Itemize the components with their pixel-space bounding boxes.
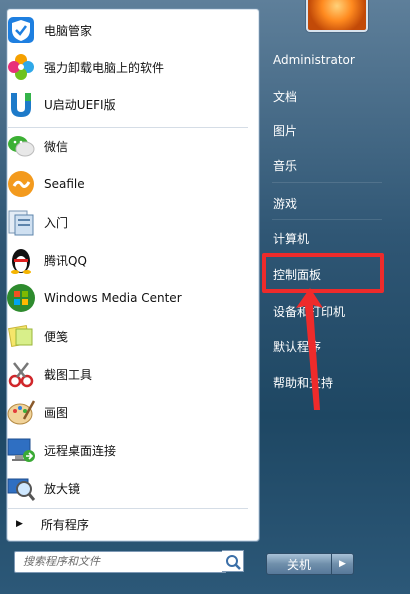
shield-check-icon	[6, 15, 36, 45]
link-documents[interactable]: 文档	[266, 81, 390, 111]
sticky-notes-icon	[6, 321, 36, 351]
search-input[interactable]	[14, 550, 226, 573]
program-item-sticky-notes[interactable]: 便笺	[6, 318, 246, 354]
program-item-qq[interactable]: 腾讯QQ	[6, 242, 246, 278]
program-label: U启动UEFI版	[44, 97, 116, 112]
chevron-right-icon[interactable]: ▶	[332, 553, 354, 575]
link-administrator[interactable]: Administrator	[266, 45, 390, 75]
paint-icon	[6, 397, 36, 427]
program-item-paint[interactable]: 画图	[6, 394, 246, 430]
program-label: 截图工具	[44, 367, 93, 382]
link-label: 图片	[273, 123, 298, 138]
program-item-seafile[interactable]: Seafile	[6, 166, 246, 202]
shutdown-button[interactable]: 关机	[266, 553, 332, 575]
program-item-pc-manager[interactable]: 电脑管家	[6, 12, 246, 48]
u-logo-icon	[6, 89, 36, 119]
program-item-uninstaller[interactable]: 强力卸载电脑上的软件	[6, 49, 246, 85]
qq-penguin-icon	[6, 245, 36, 275]
link-computer[interactable]: 计算机	[266, 223, 390, 253]
program-item-u-startup[interactable]: U启动UEFI版	[6, 86, 246, 122]
snipping-tool-icon	[6, 359, 36, 389]
program-label: Windows Media Center	[44, 291, 182, 305]
seafile-icon	[6, 169, 36, 199]
program-item-remote-desktop[interactable]: 远程桌面连接	[6, 432, 246, 468]
program-label: Seafile	[44, 177, 85, 191]
link-label: Administrator	[273, 53, 355, 67]
program-label: 入门	[44, 215, 69, 230]
separator	[8, 508, 248, 509]
annotation-arrow-icon	[296, 288, 323, 410]
shutdown-group: 关机 ▶	[266, 553, 356, 575]
all-programs-label: 所有程序	[40, 517, 89, 532]
separator	[272, 219, 382, 220]
program-label: 微信	[44, 139, 69, 154]
search-box	[14, 550, 244, 574]
program-item-wechat[interactable]: 微信	[6, 128, 246, 164]
all-programs-button[interactable]: ▶ 所有程序	[6, 511, 246, 537]
link-label: 文档	[273, 89, 298, 104]
program-item-magnifier[interactable]: 放大镜	[6, 470, 246, 506]
wechat-icon	[6, 131, 36, 161]
separator	[272, 182, 382, 183]
program-label: 便笺	[44, 329, 69, 344]
program-label: 强力卸载电脑上的软件	[44, 60, 165, 75]
link-label: 计算机	[273, 231, 310, 246]
link-music[interactable]: 音乐	[266, 150, 390, 180]
colorful-flower-icon	[6, 52, 36, 82]
triangle-right-icon: ▶	[16, 519, 23, 529]
link-pictures[interactable]: 图片	[266, 115, 390, 145]
program-label: 腾讯QQ	[44, 253, 87, 268]
magnifier-icon	[6, 473, 36, 503]
program-item-media-center[interactable]: Windows Media Center	[6, 280, 246, 316]
link-games[interactable]: 游戏	[266, 188, 390, 218]
link-label: 游戏	[273, 196, 298, 211]
program-label: 远程桌面连接	[44, 443, 117, 458]
program-label: 画图	[44, 405, 69, 420]
remote-desktop-icon	[6, 435, 36, 465]
program-label: 放大镜	[44, 481, 81, 496]
search-icon[interactable]	[222, 550, 244, 572]
program-item-getting-started[interactable]: 入门	[6, 204, 246, 240]
program-label: 电脑管家	[44, 23, 93, 38]
program-item-snipping-tool[interactable]: 截图工具	[6, 356, 246, 392]
windows-media-center-icon	[6, 283, 36, 313]
getting-started-icon	[6, 207, 36, 237]
avatar[interactable]	[306, 0, 368, 32]
link-label: 音乐	[273, 158, 298, 173]
